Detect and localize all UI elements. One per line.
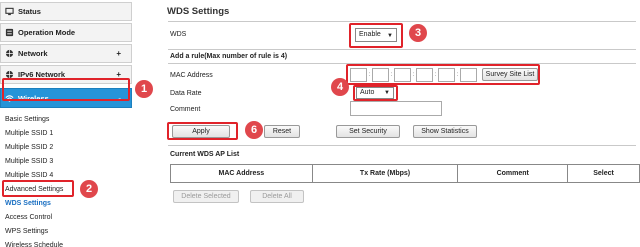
callout-4: 4: [331, 78, 349, 96]
col-mac-address: MAC Address: [170, 164, 313, 183]
submenu-multiple-ssid-3[interactable]: Multiple SSID 3: [0, 155, 132, 169]
nav-label: Network: [18, 49, 48, 58]
submenu-access-control[interactable]: Access Control: [0, 211, 132, 225]
highlight-wireless: [2, 78, 130, 101]
submenu-wds-settings[interactable]: WDS Settings: [0, 197, 132, 211]
expand-icon[interactable]: +: [116, 49, 121, 58]
wds-label: WDS: [170, 31, 187, 38]
submenu-wps-settings[interactable]: WPS Settings: [0, 225, 132, 239]
nav-operation-mode[interactable]: Operation Mode: [0, 23, 132, 42]
submenu-multiple-ssid-2[interactable]: Multiple SSID 2: [0, 141, 132, 155]
col-comment: Comment: [457, 164, 569, 183]
callout-6: 6: [245, 121, 263, 139]
callout-1: 1: [135, 80, 153, 98]
add-rule-heading: Add a rule(Max number of rule is 4): [170, 53, 288, 60]
mac-address-label: MAC Address: [170, 72, 213, 79]
submenu-wireless-schedule[interactable]: Wireless Schedule: [0, 239, 132, 247]
highlight-wds-settings: [2, 180, 74, 197]
table-header-row: MAC Address Tx Rate (Mbps) Comment Selec…: [170, 164, 640, 183]
show-statistics-button[interactable]: Show Statistics: [413, 125, 477, 138]
page-title: WDS Settings: [167, 6, 230, 17]
divider: [168, 49, 636, 50]
nav-status[interactable]: Status: [0, 2, 132, 21]
data-rate-label: Data Rate: [170, 90, 202, 97]
submenu-multiple-ssid-1[interactable]: Multiple SSID 1: [0, 127, 132, 141]
col-select: Select: [567, 164, 640, 183]
sidebar: Status Operation Mode Network + IPv6 Net…: [0, 0, 132, 247]
callout-2: 2: [80, 180, 98, 198]
highlight-wds-select: [349, 23, 403, 48]
delete-selected-button[interactable]: Delete Selected: [173, 190, 239, 203]
reset-button[interactable]: Reset: [264, 125, 300, 138]
highlight-data-rate: [353, 85, 398, 101]
delete-all-button[interactable]: Delete All: [250, 190, 304, 203]
ap-list-heading: Current WDS AP List: [170, 151, 240, 158]
comment-label: Comment: [170, 106, 201, 113]
sliders-icon: [5, 28, 14, 37]
submenu-basic-settings[interactable]: Basic Settings: [0, 113, 132, 127]
wds-ap-table: MAC Address Tx Rate (Mbps) Comment Selec…: [170, 164, 640, 183]
divider: [168, 145, 636, 146]
nav-network[interactable]: Network +: [0, 44, 132, 63]
col-tx-rate: Tx Rate (Mbps): [311, 164, 459, 183]
monitor-icon: [5, 7, 14, 16]
highlight-mac-row: [346, 64, 540, 85]
nav-label: Operation Mode: [18, 28, 76, 37]
highlight-apply: [167, 122, 238, 140]
set-security-button[interactable]: Set Security: [336, 125, 400, 138]
callout-3: 3: [409, 24, 427, 42]
comment-input[interactable]: [350, 101, 442, 116]
title-divider: [168, 21, 636, 22]
nav-label: Status: [18, 7, 41, 16]
globe-icon: [5, 49, 14, 58]
main-panel: WDS Settings WDS Enable ▼ 3 Add a rule(M…: [160, 0, 640, 247]
